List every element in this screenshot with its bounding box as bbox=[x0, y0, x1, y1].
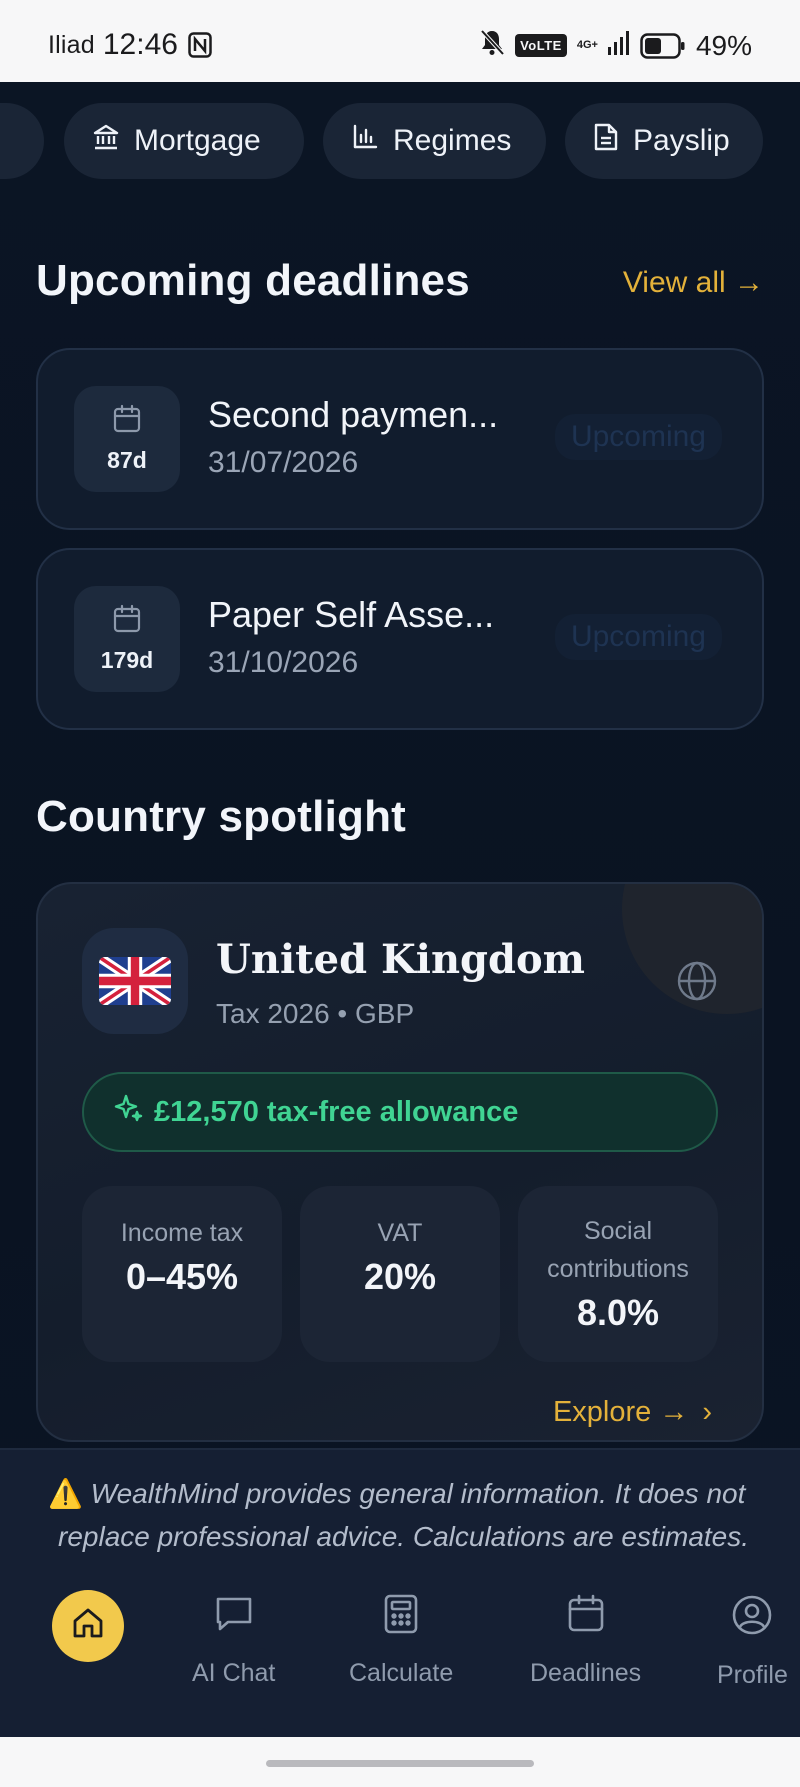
stat-vat: VAT 20% bbox=[300, 1186, 500, 1362]
deadline-card[interactable]: 87d Second paymen... 31/07/2026 Upcoming bbox=[36, 348, 764, 530]
stat-label-line2: contributions bbox=[547, 1255, 689, 1283]
deadline-date: 31/10/2026 bbox=[208, 646, 359, 679]
battery-percent: 49% bbox=[695, 29, 752, 61]
nav-item-profile[interactable]: Profile bbox=[717, 1594, 788, 1690]
nav-label: Profile bbox=[717, 1661, 788, 1689]
days-remaining-box: 87d bbox=[74, 386, 180, 492]
chat-icon bbox=[214, 1594, 254, 1659]
disclaimer-line2: replace professional advice. Calculation… bbox=[58, 1521, 750, 1552]
nav-label: AI Chat bbox=[192, 1659, 276, 1687]
carrier-name: Iliad bbox=[48, 30, 95, 59]
status-badge: Upcoming bbox=[554, 414, 722, 460]
status-left: Iliad 12:46 bbox=[48, 28, 212, 62]
allowance-text: £12,570 tax-free allowance bbox=[154, 1095, 519, 1128]
calculator-icon bbox=[383, 1594, 419, 1659]
explore-country-link[interactable]: Explore → › bbox=[553, 1396, 712, 1429]
days-remaining: 87d bbox=[107, 447, 147, 473]
bank-icon bbox=[92, 123, 134, 159]
battery-icon bbox=[640, 32, 686, 59]
sparkle-icon bbox=[112, 1092, 154, 1132]
country-meta: Tax 2026 • GBP bbox=[216, 998, 415, 1029]
gesture-handle[interactable] bbox=[266, 1760, 534, 1767]
nav-item-ai-chat[interactable]: AI Chat bbox=[192, 1594, 275, 1688]
tools-row[interactable]: Mortgage Regimes Payslip bbox=[0, 103, 800, 179]
nfc-icon bbox=[188, 32, 212, 58]
tool-chip-payslip[interactable]: Payslip bbox=[565, 103, 763, 179]
gesture-area bbox=[0, 1737, 800, 1787]
nav-item-deadlines[interactable]: Deadlines bbox=[530, 1594, 641, 1688]
tool-chip-label: Mortgage bbox=[134, 124, 261, 157]
tool-chip-partial[interactable] bbox=[0, 103, 44, 179]
stat-label-line1: Social bbox=[583, 1217, 653, 1245]
chevron-right-icon: › bbox=[702, 1396, 712, 1428]
calendar-icon bbox=[112, 604, 142, 647]
country-name: United Kingdom bbox=[216, 936, 585, 983]
explore-label: Explore → bbox=[552, 1396, 689, 1428]
days-remaining-box: 179d bbox=[74, 586, 180, 692]
document-icon bbox=[593, 122, 633, 160]
calendar-icon bbox=[566, 1594, 606, 1659]
disclaimer-line1: WealthMind provides general information.… bbox=[90, 1478, 746, 1509]
home-active-indicator bbox=[52, 1590, 124, 1662]
network-generation: 4G+ bbox=[576, 39, 598, 51]
calendar-icon bbox=[112, 404, 142, 447]
user-circle-icon bbox=[731, 1594, 773, 1661]
deadline-title: Paper Self Asse... bbox=[208, 594, 495, 635]
stat-value: 0–45% bbox=[125, 1256, 239, 1297]
mute-bell-icon bbox=[479, 28, 505, 63]
stat-value: 20% bbox=[363, 1256, 437, 1297]
tool-chip-regimes[interactable]: Regimes bbox=[323, 103, 546, 179]
nav-label: Deadlines bbox=[530, 1659, 642, 1687]
stat-social-contributions: Social contributions 8.0% bbox=[518, 1186, 718, 1362]
status-time: 12:46 bbox=[102, 28, 178, 61]
disclaimer-banner: ⚠️ WealthMind provides general informati… bbox=[0, 1448, 800, 1578]
stat-label: Income tax bbox=[120, 1219, 244, 1247]
nav-item-calculate[interactable]: Calculate bbox=[349, 1594, 453, 1688]
country-spotlight-card[interactable]: United Kingdom Tax 2026 • GBP £12,570 ta… bbox=[36, 882, 764, 1442]
tax-free-allowance-badge: £12,570 tax-free allowance bbox=[82, 1072, 718, 1152]
status-badge: Upcoming bbox=[554, 614, 722, 660]
deadlines-section-title: Upcoming deadlines bbox=[36, 256, 470, 305]
bar-chart-icon bbox=[351, 123, 393, 159]
status-bar: Iliad 12:46 VoLTE 4G+ 49% bbox=[0, 0, 800, 82]
nav-label: Calculate bbox=[349, 1659, 454, 1687]
signal-icon bbox=[607, 30, 630, 62]
status-right: VoLTE 4G+ 49% bbox=[479, 28, 752, 63]
deadline-card[interactable]: 179d Paper Self Asse... 31/10/2026 Upcom… bbox=[36, 548, 764, 730]
deadline-title: Second paymen... bbox=[208, 394, 499, 435]
stat-value: 8.0% bbox=[576, 1292, 660, 1333]
main-content[interactable]: Mortgage Regimes Payslip Upcoming deadli… bbox=[0, 82, 800, 1737]
volte-badge: VoLTE bbox=[515, 34, 567, 57]
disclaimer-text: ⚠️ WealthMind provides general informati… bbox=[48, 1472, 800, 1558]
nav-item-home[interactable] bbox=[52, 1590, 124, 1662]
spotlight-section-title: Country spotlight bbox=[36, 792, 407, 841]
stat-income-tax: Income tax 0–45% bbox=[82, 1186, 282, 1362]
days-remaining: 179d bbox=[100, 647, 154, 673]
bottom-nav[interactable]: AI Chat Calculate Deadlines Profile bbox=[0, 1576, 800, 1737]
tool-chip-label: Payslip bbox=[633, 124, 730, 157]
warning-icon: ⚠️ bbox=[48, 1478, 83, 1509]
uk-flag-icon bbox=[82, 928, 188, 1034]
globe-icon[interactable] bbox=[676, 960, 718, 1007]
view-all-deadlines-link[interactable]: View all → bbox=[623, 266, 764, 300]
home-icon bbox=[70, 1605, 106, 1648]
tool-chip-mortgage[interactable]: Mortgage bbox=[64, 103, 304, 179]
deadline-date: 31/07/2026 bbox=[208, 446, 359, 479]
tool-chip-label: Regimes bbox=[393, 124, 512, 157]
stat-label: VAT bbox=[377, 1219, 423, 1247]
